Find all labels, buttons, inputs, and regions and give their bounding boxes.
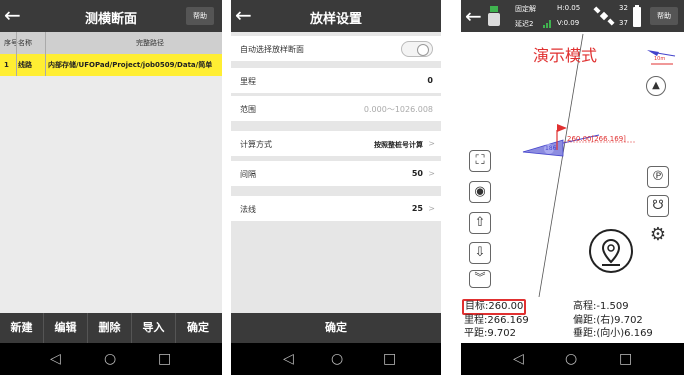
setting-interval[interactable]: 间隔 50 > [231, 161, 441, 186]
setting-label: 间隔 [240, 170, 256, 179]
move-down-icon[interactable]: ⇩ [469, 242, 491, 264]
setting-mileage[interactable]: 里程 0 [231, 68, 441, 93]
row-name: 线路 [18, 61, 32, 69]
row-path: 内部存储/UFOPad/Project/job0509/Data/简单 [48, 61, 213, 69]
nav-home-icon[interactable]: ○ [104, 349, 116, 369]
expand-toolbar-icon[interactable]: ︾ [469, 270, 491, 288]
nav-back-icon[interactable]: ◁ [513, 349, 524, 369]
setting-label: 自动选择放样断面 [240, 45, 304, 54]
help-button[interactable]: 帮助 [186, 7, 214, 25]
chevron-right-icon: > [428, 204, 435, 213]
v-precision: V:0.09 [557, 19, 580, 27]
stakeout-map[interactable]: 演示模式 10m 260.00[266.169] 186 ▲ ⛶ ◉ ⇧ ⇩ ︾… [461, 32, 684, 297]
system-nav-bar: ◁ ○ □ [0, 343, 222, 375]
nav-home-icon[interactable]: ○ [331, 349, 343, 369]
elevation-readout: 高程:-1.509 [573, 301, 629, 312]
header: ← 测横断面 帮助 [0, 0, 222, 32]
interval-value: 50 [411, 169, 423, 178]
row-no: 1 [4, 61, 9, 69]
compass-icon[interactable]: ▲ [646, 76, 666, 96]
confirm-button[interactable]: 确定 [231, 313, 441, 343]
point-label: 186 [545, 145, 557, 152]
settings-gear-icon[interactable]: ⚙ [647, 225, 669, 247]
stakeout-settings-screen: ← 放样设置 自动选择放样断面 里程 0 范围 0.000～1026.008 计… [231, 0, 441, 375]
gnss-receiver-icon [488, 6, 500, 26]
mileage-value[interactable]: 0 [427, 76, 433, 85]
nav-recent-icon[interactable]: □ [619, 349, 632, 369]
setting-range: 范围 0.000～1026.008 [231, 96, 441, 121]
setting-label: 计算方式 [240, 140, 272, 149]
station-label: 260.00[266.169] [567, 135, 626, 143]
page-title: 放样设置 [309, 12, 362, 27]
satellite-count-top: 32 [619, 4, 628, 12]
calc-method-value: 按照整桩号计算 [374, 141, 423, 149]
system-nav-bar: ◁ ○ □ [461, 343, 684, 375]
nav-recent-icon[interactable]: □ [158, 349, 171, 369]
demo-mode-label: 演示模式 [533, 46, 598, 65]
stakeout-info-panel: 目标:260.00 高程:-1.509 里程:266.169 偏距:(右)9.7… [461, 297, 684, 343]
flat-distance-readout: 平距:9.702 [464, 328, 516, 339]
delete-button[interactable]: 删除 [88, 313, 132, 343]
nav-recent-icon[interactable]: □ [383, 349, 396, 369]
column-header-path: 完整路径 [136, 39, 164, 47]
center-location-icon[interactable]: ◉ [469, 181, 491, 203]
status-header: ← 固定解 延迟2 H:0.05 V:0.09 32 37 帮助 [461, 0, 684, 32]
mileage-readout: 里程:266.169 [464, 315, 529, 326]
confirm-button[interactable]: 确定 [176, 313, 220, 343]
location-pin-icon [601, 238, 621, 266]
help-button[interactable]: 帮助 [650, 7, 678, 25]
battery-icon [633, 5, 641, 27]
delay-status: 延迟2 [515, 20, 534, 28]
antenna-settings-icon[interactable]: ☋ [647, 195, 669, 217]
system-nav-bar: ◁ ○ □ [231, 343, 441, 375]
nav-home-icon[interactable]: ○ [565, 349, 577, 369]
column-divider [45, 32, 46, 76]
import-button[interactable]: 导入 [132, 313, 176, 343]
column-header-name: 名称 [18, 39, 32, 47]
table-header: 序号 名称 完整路径 [0, 32, 222, 54]
cross-section-screen: ← 测横断面 帮助 序号 名称 完整路径 1 线路 内部存储/UFOPad/Pr… [0, 0, 222, 375]
new-button[interactable]: 新建 [0, 313, 44, 343]
survey-point-icon[interactable]: ℗ [647, 166, 669, 188]
table-row[interactable]: 1 线路 内部存储/UFOPad/Project/job0509/Data/简单 [0, 54, 222, 76]
h-precision: H:0.05 [557, 4, 581, 12]
chevron-right-icon: > [428, 169, 435, 178]
setting-label: 法线 [240, 205, 256, 214]
setting-label: 里程 [240, 77, 256, 86]
range-value: 0.000～1026.008 [363, 105, 433, 114]
solution-status: 固定解 [515, 5, 536, 13]
nav-back-icon[interactable]: ◁ [50, 349, 61, 369]
bottom-toolbar: 新建 编辑 删除 导入 确定 [0, 313, 222, 343]
setting-normal[interactable]: 法线 25 > [231, 196, 441, 221]
nav-back-icon[interactable]: ◁ [283, 349, 294, 369]
stakeout-point-button[interactable] [589, 229, 633, 273]
column-divider [16, 32, 17, 76]
setting-calc-method[interactable]: 计算方式 按照整桩号计算 > [231, 131, 441, 156]
edit-button[interactable]: 编辑 [44, 313, 88, 343]
normal-value: 25 [411, 204, 423, 213]
satellite-count-bottom: 37 [619, 19, 628, 27]
scale-label: 10m [654, 56, 666, 62]
signal-icon [543, 20, 551, 28]
map-canvas [522, 33, 676, 297]
zoom-extent-icon[interactable]: ⛶ [469, 150, 491, 172]
setting-auto-select[interactable]: 自动选择放样断面 [231, 36, 441, 61]
back-arrow-icon[interactable]: ← [465, 5, 482, 27]
vertical-distance-readout: 垂距:(向小)6.169 [573, 328, 653, 339]
header: ← 放样设置 [231, 0, 441, 32]
setting-label: 范围 [240, 105, 256, 114]
auto-select-toggle[interactable] [401, 41, 433, 57]
offset-readout: 偏距:(右)9.702 [573, 315, 643, 326]
stakeout-map-screen: ← 固定解 延迟2 H:0.05 V:0.09 32 37 帮助 演示模式 10… [461, 0, 684, 375]
chevron-right-icon: > [428, 139, 435, 148]
satellite-icon [593, 6, 615, 26]
target-readout: 目标:260.00 [462, 299, 527, 315]
move-up-icon[interactable]: ⇧ [469, 212, 491, 234]
